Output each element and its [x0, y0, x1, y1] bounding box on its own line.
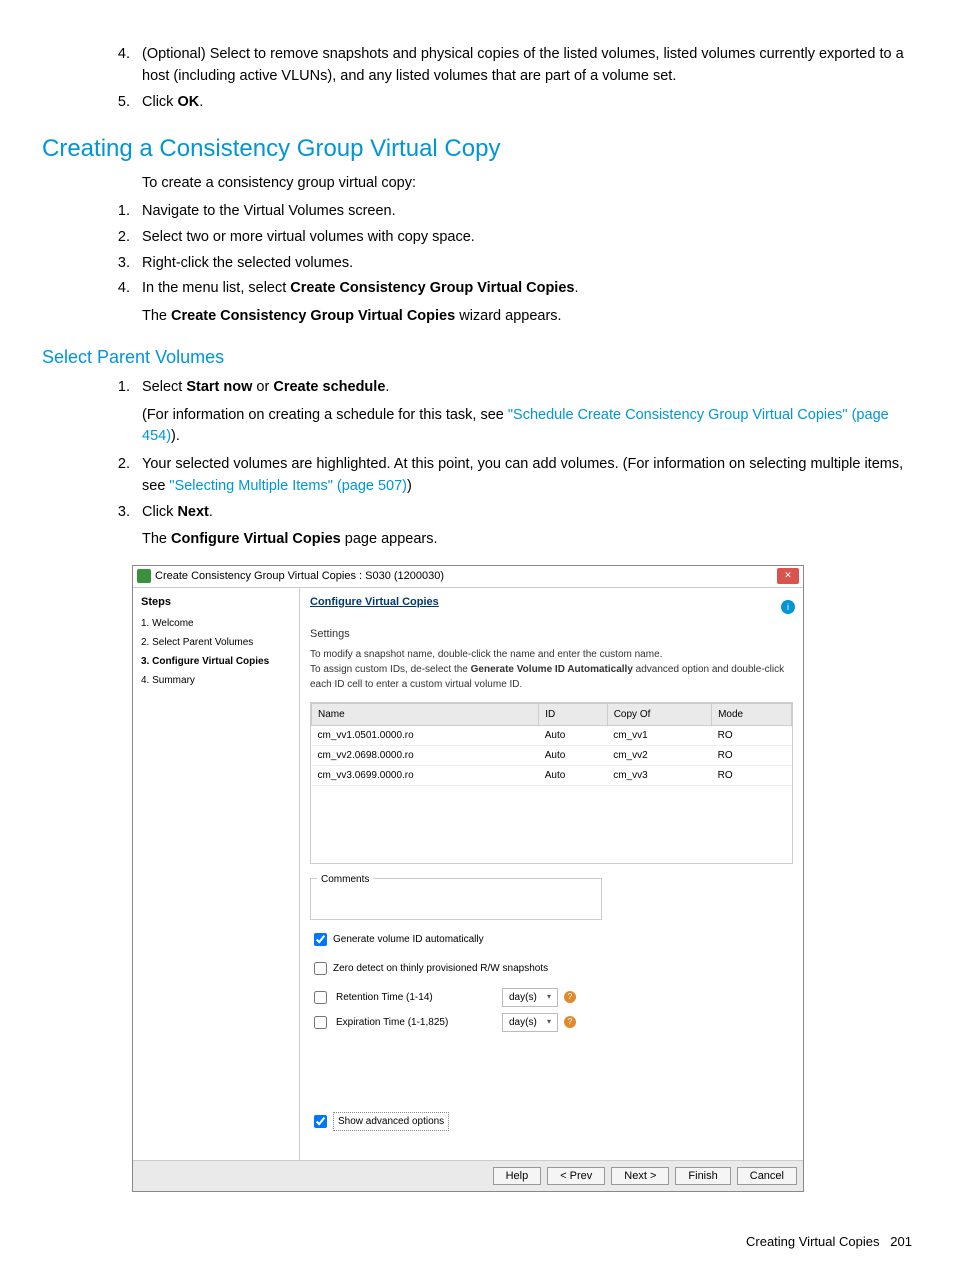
cell-copyof: cm_vv1: [607, 725, 711, 745]
checkbox-input[interactable]: [314, 962, 327, 975]
checkbox-retention[interactable]: [314, 991, 327, 1004]
settings-help: To modify a snapshot name, double-click …: [310, 647, 793, 692]
wizard-dialog: Create Consistency Group Virtual Copies …: [132, 565, 804, 1192]
retention-unit-dropdown[interactable]: day(s): [502, 988, 558, 1007]
cell-copyof: cm_vv3: [607, 765, 711, 785]
checkbox-advanced[interactable]: Show advanced options: [310, 1112, 793, 1131]
step-5: 5. Click OK.: [142, 92, 912, 114]
wizard-footer: Help < Prev Next > Finish Cancel: [133, 1160, 803, 1191]
info-icon[interactable]: i: [781, 600, 795, 614]
cell-name: cm_vv3.0699.0000.ro: [312, 765, 539, 785]
volumes-table: Name ID Copy Of Mode cm_vv1.0501.0000.ro…: [310, 702, 793, 864]
list-item: 2. Your selected volumes are highlighted…: [142, 454, 912, 498]
step-marker: 4.: [100, 44, 130, 66]
cancel-button[interactable]: Cancel: [737, 1167, 797, 1185]
col-copyof[interactable]: Copy Of: [607, 703, 711, 725]
finish-button[interactable]: Finish: [675, 1167, 730, 1185]
step-bold: OK: [177, 94, 199, 110]
page-footer: Creating Virtual Copies 201: [42, 1232, 912, 1252]
checkbox-input[interactable]: [314, 1115, 327, 1128]
prev-button[interactable]: < Prev: [547, 1167, 605, 1185]
step-marker: 5.: [100, 92, 130, 114]
col-id[interactable]: ID: [539, 703, 607, 725]
wizard-main: Configure Virtual Copies i Settings To m…: [300, 588, 803, 1160]
subsection-heading: Select Parent Volumes: [42, 344, 912, 371]
wizard-titlebar: Create Consistency Group Virtual Copies …: [133, 566, 803, 588]
row-expiration: Expiration Time (1-1,825) day(s) ?: [310, 1013, 793, 1032]
section-heading: Creating a Consistency Group Virtual Cop…: [42, 131, 912, 167]
checkbox-input[interactable]: [314, 933, 327, 946]
cell-mode: RO: [712, 725, 792, 745]
cell-id: Auto: [539, 745, 607, 765]
help-button[interactable]: Help: [493, 1167, 542, 1185]
wizard-step-select-parent[interactable]: 2. Select Parent Volumes: [141, 635, 291, 650]
col-mode[interactable]: Mode: [712, 703, 792, 725]
list-item: 4. In the menu list, select Create Consi…: [142, 278, 912, 328]
sub-paragraph: The Create Consistency Group Virtual Cop…: [142, 306, 912, 328]
step-text: (Optional) Select to remove snapshots an…: [142, 46, 904, 84]
cell-name: cm_vv1.0501.0000.ro: [312, 725, 539, 745]
next-button[interactable]: Next >: [611, 1167, 669, 1185]
intro-text: To create a consistency group virtual co…: [42, 173, 912, 195]
cell-mode: RO: [712, 745, 792, 765]
comments-label: Comments: [317, 874, 373, 885]
table-row[interactable]: cm_vv3.0699.0000.roAutocm_vv3RO: [312, 765, 792, 785]
help-icon[interactable]: ?: [564, 991, 576, 1003]
checkbox-zero-detect[interactable]: Zero detect on thinly provisioned R/W sn…: [310, 959, 793, 978]
list-item: 1. Select Start now or Create schedule. …: [142, 377, 912, 448]
table-row[interactable]: cm_vv1.0501.0000.roAutocm_vv1RO: [312, 725, 792, 745]
wizard-step-welcome[interactable]: 1. Welcome: [141, 616, 291, 631]
wizard-step-summary[interactable]: 4. Summary: [141, 673, 291, 688]
wizard-step-configure[interactable]: 3. Configure Virtual Copies: [141, 654, 291, 669]
settings-label: Settings: [310, 626, 793, 643]
steps-heading: Steps: [141, 594, 291, 611]
row-retention: Retention Time (1-14) day(s) ?: [310, 988, 793, 1007]
link-selecting[interactable]: "Selecting Multiple Items" (page 507): [169, 478, 407, 494]
list-item: 3. Click Next. The Configure Virtual Cop…: [142, 502, 912, 552]
table-row[interactable]: cm_vv2.0698.0000.roAutocm_vv2RO: [312, 745, 792, 765]
list-item: 1.Navigate to the Virtual Volumes screen…: [142, 201, 912, 223]
checkbox-generate-id[interactable]: Generate volume ID automatically: [310, 930, 793, 949]
cell-copyof: cm_vv2: [607, 745, 711, 765]
step-text: .: [199, 94, 203, 110]
help-icon[interactable]: ?: [564, 1016, 576, 1028]
col-name[interactable]: Name: [312, 703, 539, 725]
wizard-sidebar: Steps 1. Welcome 2. Select Parent Volume…: [133, 588, 300, 1160]
wizard-title: Create Consistency Group Virtual Copies …: [155, 568, 777, 585]
wizard-page-title: Configure Virtual Copies: [310, 594, 793, 611]
checkbox-expiration[interactable]: [314, 1016, 327, 1029]
step-4: 4. (Optional) Select to remove snapshots…: [142, 44, 912, 88]
cell-name: cm_vv2.0698.0000.ro: [312, 745, 539, 765]
step-text: Click: [142, 94, 177, 110]
app-icon: [137, 569, 151, 583]
list-item: 3.Right-click the selected volumes.: [142, 253, 912, 275]
cell-id: Auto: [539, 725, 607, 745]
close-icon[interactable]: ✕: [777, 568, 799, 584]
comments-field[interactable]: Comments: [310, 878, 602, 920]
list-item: 2.Select two or more virtual volumes wit…: [142, 227, 912, 249]
cell-id: Auto: [539, 765, 607, 785]
expiration-unit-dropdown[interactable]: day(s): [502, 1013, 558, 1032]
cell-mode: RO: [712, 765, 792, 785]
